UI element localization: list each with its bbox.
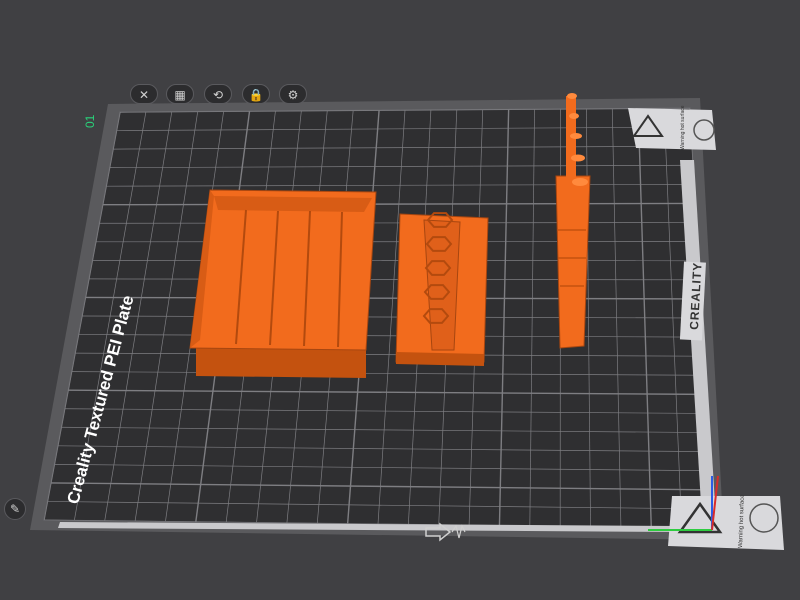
delete-plate-icon: ✕ (138, 88, 150, 102)
orient-icon: ⟲ (212, 88, 224, 102)
pencil-icon: ✎ (9, 502, 21, 516)
arrange-icon: ▦ (174, 88, 186, 102)
3d-viewport[interactable]: 01 Creality Textured PEI Plate CREALITY … (0, 0, 800, 600)
orient-button[interactable]: ⟲ (204, 84, 232, 104)
model-hex-tray[interactable] (395, 212, 489, 366)
lock-plate-button[interactable]: 🔒 (242, 84, 270, 104)
warning-zone-bottom: Warning hot surface (668, 494, 784, 550)
plate-settings-icon: ⚙ (287, 88, 299, 102)
warning-zone-top: Warning hot surface (628, 105, 716, 150)
model-slotted-box[interactable] (189, 189, 377, 378)
lock-plate-icon: 🔒 (248, 88, 264, 102)
arrange-button[interactable]: ▦ (166, 84, 194, 104)
plate-number: 01 (83, 114, 97, 128)
delete-plate-button[interactable]: ✕ (130, 84, 158, 104)
warning-top-text: Warning hot surface (680, 105, 686, 150)
edit-plate-button[interactable]: ✎ (4, 498, 26, 520)
plate-settings-button[interactable]: ⚙ (279, 84, 307, 104)
